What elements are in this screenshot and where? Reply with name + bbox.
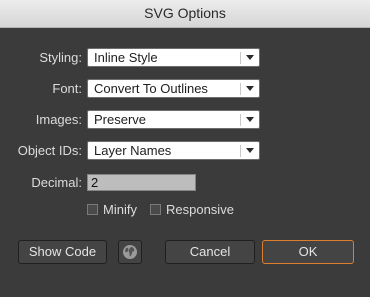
chevron-down-icon xyxy=(246,117,254,122)
ok-button[interactable]: OK xyxy=(262,240,354,264)
svg-options-dialog: SVG Options Styling: Inline Style Font: … xyxy=(0,0,370,297)
globe-button[interactable] xyxy=(118,240,142,264)
decimal-input[interactable]: 2 xyxy=(87,174,196,191)
styling-select[interactable]: Inline Style xyxy=(87,48,260,67)
chevron-down-icon xyxy=(246,86,254,91)
object-ids-select[interactable]: Layer Names xyxy=(87,141,260,160)
window-title: SVG Options xyxy=(144,5,226,21)
chevron-down-icon xyxy=(246,55,254,60)
images-select[interactable]: Preserve xyxy=(87,110,260,129)
font-select[interactable]: Convert To Outlines xyxy=(87,79,260,98)
select-divider xyxy=(240,114,241,126)
chevron-down-icon xyxy=(246,148,254,153)
title-bar: SVG Options xyxy=(0,0,370,28)
decimal-label: Decimal: xyxy=(31,175,82,190)
minify-checkbox[interactable] xyxy=(87,204,98,215)
styling-value: Inline Style xyxy=(94,50,158,65)
font-value: Convert To Outlines xyxy=(94,81,208,96)
select-divider xyxy=(240,145,241,157)
object-ids-label: Object IDs: xyxy=(17,143,82,158)
globe-icon xyxy=(123,245,137,259)
responsive-checkbox[interactable] xyxy=(150,204,161,215)
images-label: Images: xyxy=(35,112,82,127)
cancel-button[interactable]: Cancel xyxy=(165,240,255,264)
styling-label: Styling: xyxy=(39,50,82,65)
images-value: Preserve xyxy=(94,112,147,127)
responsive-label: Responsive xyxy=(166,202,234,217)
select-divider xyxy=(240,52,241,64)
minify-label: Minify xyxy=(103,202,137,217)
select-divider xyxy=(240,83,241,95)
font-label: Font: xyxy=(52,81,82,96)
object-ids-value: Layer Names xyxy=(94,143,172,158)
show-code-button[interactable]: Show Code xyxy=(18,240,107,264)
